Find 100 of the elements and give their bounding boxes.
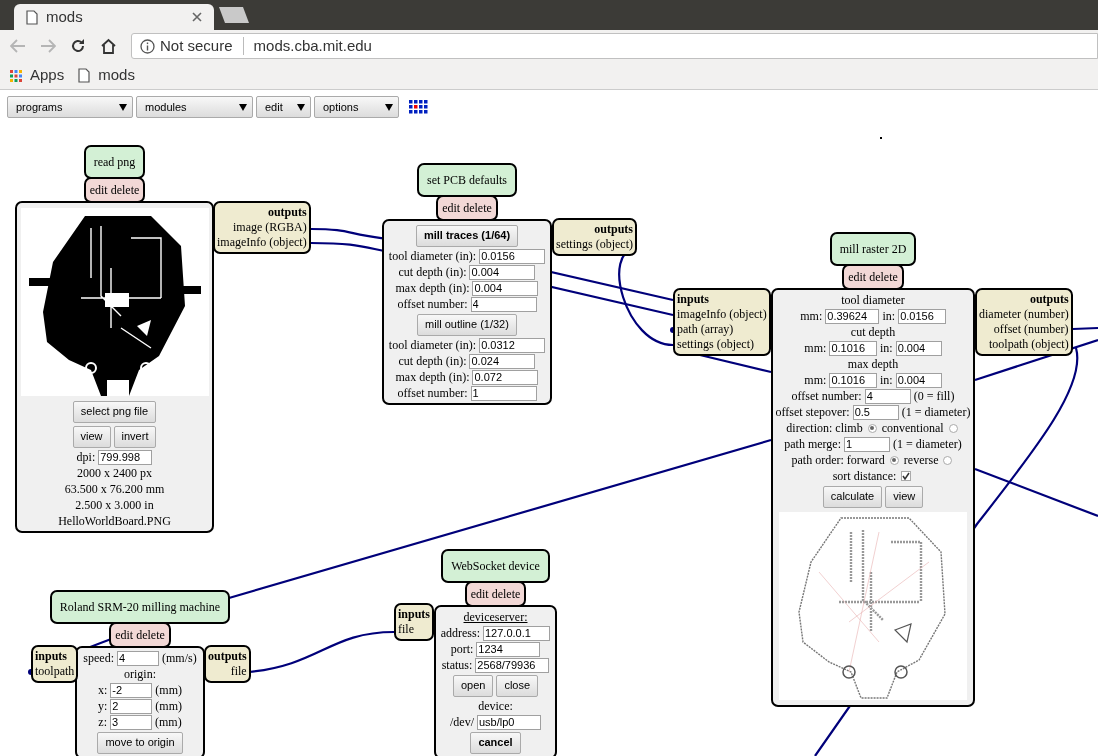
port-label[interactable]: image (RGBA) — [217, 220, 307, 235]
radio-button[interactable] — [867, 423, 877, 433]
input-field[interactable]: 0.004 — [472, 280, 539, 296]
field-label: max depth — [847, 356, 899, 372]
menu-dropdown[interactable]: edit — [256, 96, 311, 118]
field-label: sort distance: — [832, 468, 897, 484]
port-label[interactable]: settings (object) — [556, 237, 633, 252]
reload-icon[interactable] — [70, 38, 86, 54]
module-button[interactable]: open — [452, 674, 494, 697]
input-field[interactable]: 0.004 — [895, 340, 942, 356]
module-actions[interactable]: edit delete — [436, 195, 498, 221]
input-field[interactable]: 2 — [110, 698, 153, 714]
module-actions[interactable]: edit delete — [109, 622, 171, 648]
menu-dropdown[interactable]: modules — [136, 96, 253, 118]
port-label[interactable]: toolpath (object) — [979, 337, 1069, 352]
module-button[interactable]: view — [72, 425, 111, 448]
port-label[interactable]: imageInfo (object) — [677, 307, 767, 322]
module-title[interactable]: Roland SRM-20 milling machine — [49, 590, 231, 624]
module-button[interactable]: view — [885, 485, 924, 508]
page-icon — [26, 9, 38, 25]
new-tab-button[interactable] — [217, 6, 251, 24]
checkbox[interactable] — [901, 471, 912, 481]
field-label: offset stepover: — [775, 404, 850, 420]
port-label[interactable]: file — [208, 664, 247, 679]
input-field[interactable]: 0.5 — [852, 404, 899, 420]
field-label: (mm) — [155, 714, 182, 730]
field-label: 2.500 x 3.000 in — [75, 497, 154, 513]
module-button[interactable]: close — [496, 674, 539, 697]
field-label: offset number: — [791, 388, 862, 404]
input-field[interactable]: 0.0312 — [479, 337, 546, 353]
input-field[interactable]: 0.1016 — [829, 372, 877, 388]
menu-dropdown[interactable]: programs — [7, 96, 133, 118]
port-label[interactable]: imageInfo (object) — [217, 235, 307, 250]
module-actions[interactable]: edit delete — [83, 177, 146, 203]
module-title[interactable]: set PCB defaults — [417, 163, 517, 197]
field-label: (1 = diameter) — [893, 436, 962, 452]
field-label: address: — [440, 625, 480, 641]
module-button[interactable]: mill outline (1/32) — [417, 313, 517, 336]
field-label: status: — [441, 657, 473, 673]
module-title[interactable]: WebSocket device — [441, 549, 550, 583]
caret-icon — [385, 103, 393, 111]
port-label[interactable]: settings (object) — [677, 337, 767, 352]
module-button[interactable]: mill traces (1/64) — [415, 224, 519, 247]
module-actions[interactable]: edit delete — [842, 264, 904, 290]
input-field[interactable]: 2568/79936 — [475, 657, 550, 673]
field-label: /dev/ — [450, 714, 474, 730]
module-button[interactable]: invert — [113, 425, 157, 448]
port-label[interactable]: path (array) — [677, 322, 767, 337]
port-heading: outputs — [1028, 292, 1069, 307]
module-title[interactable]: read png — [83, 145, 146, 179]
mods-logo-icon[interactable] — [409, 100, 428, 114]
module-title[interactable]: mill raster 2D — [829, 232, 917, 266]
module-button[interactable]: cancel — [470, 731, 521, 754]
radio-button[interactable] — [948, 423, 958, 433]
radio-button[interactable] — [943, 455, 953, 465]
menu-dropdown[interactable]: options — [314, 96, 399, 118]
port-heading: outputs — [208, 649, 247, 664]
module-button[interactable]: calculate — [822, 485, 883, 508]
browser-tab[interactable]: mods — [14, 4, 214, 30]
address-bar[interactable]: Not secure mods.cba.mit.edu — [131, 33, 1098, 59]
input-field[interactable]: 0.0156 — [898, 308, 946, 324]
field-label: in: — [882, 308, 896, 324]
field-label: (mm) — [155, 698, 182, 714]
input-field[interactable]: 0.024 — [469, 353, 536, 369]
input-field[interactable]: 4 — [117, 650, 159, 666]
input-field[interactable]: 0.1016 — [829, 340, 877, 356]
port-heading: outputs — [593, 222, 633, 237]
input-field[interactable]: 0.004 — [895, 372, 942, 388]
input-field[interactable]: 127.0.0.1 — [482, 625, 551, 641]
field-label: in: — [879, 340, 893, 356]
input-field[interactable]: 4 — [470, 296, 537, 312]
module-actions[interactable]: edit delete — [464, 581, 527, 607]
home-icon[interactable] — [100, 38, 117, 54]
input-field[interactable]: 1 — [470, 385, 537, 401]
input-field[interactable]: 0.0156 — [479, 248, 546, 264]
port-label[interactable]: diameter (number) — [979, 307, 1069, 322]
port-label[interactable]: file — [398, 622, 431, 637]
input-field[interactable]: 4 — [864, 388, 911, 404]
input-field[interactable]: -2 — [110, 682, 153, 698]
input-field[interactable]: 1 — [844, 436, 890, 452]
field-label: offset number: — [397, 296, 468, 312]
close-icon[interactable] — [192, 12, 202, 22]
field-label: conventional — [881, 420, 944, 436]
radio-button[interactable] — [889, 455, 899, 465]
input-field[interactable]: 0.004 — [469, 264, 536, 280]
port-label[interactable]: toolpath — [35, 664, 75, 679]
module-button[interactable]: move to origin — [97, 731, 183, 754]
input-field[interactable]: usb/lp0 — [477, 714, 541, 730]
port-label[interactable]: offset (number) — [979, 322, 1069, 337]
bookmark-label[interactable]: Apps — [30, 64, 65, 87]
input-field[interactable]: 1234 — [476, 641, 541, 657]
input-field[interactable]: 0.072 — [472, 369, 539, 385]
input-field[interactable]: 3 — [110, 714, 152, 730]
module-button[interactable]: select png file — [72, 400, 157, 423]
field-label: 2000 x 2400 px — [77, 465, 152, 481]
field-label: (mm/s) — [162, 650, 197, 666]
input-field[interactable]: 799.998 — [98, 449, 153, 465]
input-field[interactable]: 0.39624 — [825, 308, 880, 324]
port-heading: inputs — [398, 607, 431, 622]
bookmark-label[interactable]: mods — [98, 64, 135, 87]
